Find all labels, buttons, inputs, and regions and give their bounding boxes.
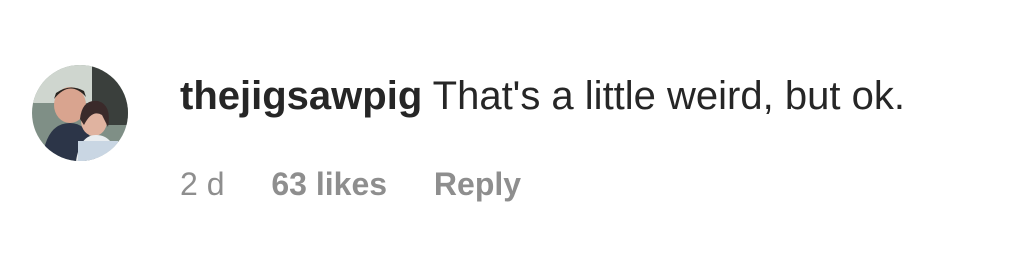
- comment-likes[interactable]: 63 likes: [271, 160, 387, 208]
- comment-meta: 2 d 63 likes Reply: [180, 160, 521, 208]
- avatar[interactable]: [32, 65, 128, 161]
- comment-username[interactable]: thejigsawpig: [180, 74, 422, 118]
- comment-timestamp: 2 d: [180, 166, 225, 202]
- comment-item: thejigsawpig That's a little weird, but …: [0, 0, 1024, 254]
- comment-line: thejigsawpig That's a little weird, but …: [180, 68, 905, 124]
- reply-button[interactable]: Reply: [434, 160, 521, 208]
- comment-text: That's a little weird, but ok.: [432, 74, 905, 118]
- avatar-photo: [32, 65, 128, 161]
